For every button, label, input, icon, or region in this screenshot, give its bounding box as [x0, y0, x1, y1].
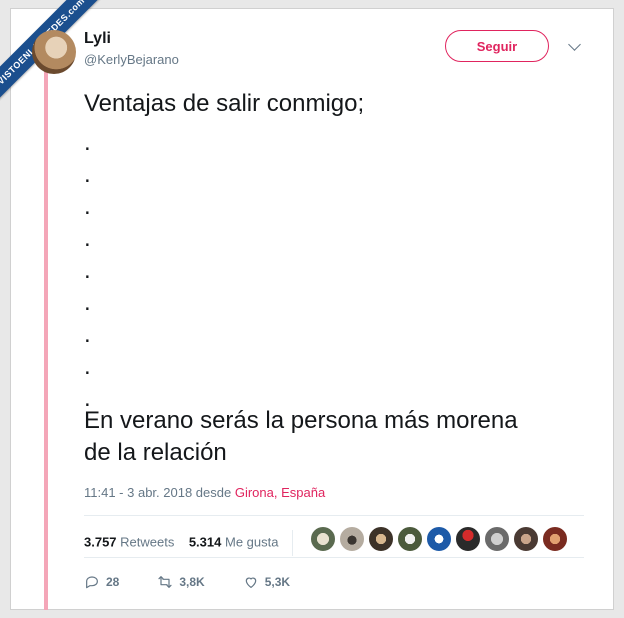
- location-separator: ,: [273, 485, 278, 500]
- likes-label[interactable]: Me gusta: [225, 534, 278, 549]
- liker-avatar[interactable]: [426, 526, 452, 552]
- user-name[interactable]: Lyli: [84, 30, 111, 48]
- tweet-line-2: En verano serás la persona más morena: [84, 407, 518, 434]
- tweet-dot: .: [84, 225, 91, 252]
- tweet-dot: .: [84, 289, 91, 316]
- divider: [84, 557, 584, 558]
- tweet-text-top: Ventajas de salir conmigo;: [84, 88, 604, 120]
- thread-line: [44, 70, 48, 610]
- liker-avatar[interactable]: [368, 526, 394, 552]
- liker-avatar[interactable]: [339, 526, 365, 552]
- retweet-icon: [158, 576, 172, 588]
- tweet-stats: 3.757 Retweets 5.314 Me gusta: [84, 530, 294, 556]
- likes-count[interactable]: 5.314: [189, 534, 222, 549]
- liker-avatar[interactable]: [542, 526, 568, 552]
- tweet-dot: .: [84, 193, 91, 220]
- reply-count: 28: [106, 575, 120, 589]
- tweet-dot: .: [84, 161, 91, 188]
- retweets-count[interactable]: 3.757: [84, 534, 117, 549]
- tweet-datetime[interactable]: 11:41 - 3 abr. 2018 desde: [84, 485, 231, 500]
- avatar[interactable]: [32, 30, 76, 74]
- tweet-dot: .: [84, 129, 91, 156]
- liker-avatar[interactable]: [513, 526, 539, 552]
- tweet-dots: . . . . . . . . .: [84, 127, 91, 415]
- retweet-button[interactable]: 3,8K: [157, 574, 205, 590]
- tweet-dot: .: [84, 321, 91, 348]
- tweet-text-bottom: En verano serás la persona más morena de…: [84, 405, 604, 469]
- like-button[interactable]: 5,3K: [243, 574, 290, 590]
- reply-button[interactable]: 28: [84, 574, 119, 590]
- tweet-actions: 28 3,8K 5,3K: [84, 574, 328, 590]
- stats-divider: [292, 530, 294, 556]
- retweets-label[interactable]: Retweets: [120, 534, 174, 549]
- tweet-dot: .: [84, 353, 91, 380]
- like-count: 5,3K: [264, 575, 291, 589]
- follow-button[interactable]: Seguir: [445, 30, 549, 62]
- tweet-dot: .: [84, 257, 91, 284]
- liker-avatars: [310, 526, 568, 552]
- liker-avatar[interactable]: [397, 526, 423, 552]
- tweet-line-3: de la relación: [84, 439, 227, 466]
- heart-icon: [245, 577, 256, 588]
- divider: [84, 515, 584, 516]
- tweet-meta: 11:41 - 3 abr. 2018 desde Girona, España: [84, 485, 325, 500]
- liker-avatar[interactable]: [455, 526, 481, 552]
- liker-avatar[interactable]: [310, 526, 336, 552]
- tweet-line-1: Ventajas de salir conmigo;: [84, 90, 365, 117]
- location-country[interactable]: España: [281, 485, 325, 500]
- reply-icon: [86, 576, 98, 589]
- retweet-count: 3,8K: [179, 575, 205, 589]
- liker-avatar[interactable]: [484, 526, 510, 552]
- location-city[interactable]: Girona: [235, 485, 274, 500]
- user-handle[interactable]: @KerlyBejarano: [84, 52, 179, 67]
